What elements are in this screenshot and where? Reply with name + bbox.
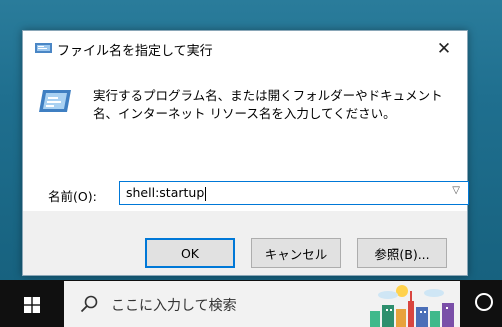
dialog-title: ファイル名を指定して実行 [57, 44, 213, 59]
dialog-titlebar[interactable]: ファイル名を指定して実行 ✕ [23, 31, 467, 66]
browse-button[interactable]: 参照(B)... [357, 238, 447, 268]
chevron-down-icon[interactable]: ▽ [452, 185, 460, 196]
open-combobox[interactable]: shell:startup ▽ [119, 181, 469, 205]
cortana-icon[interactable] [475, 293, 493, 311]
taskbar-search-box[interactable]: ここに入力して検索 [64, 281, 460, 327]
search-icon [80, 295, 98, 313]
windows-start-icon [24, 297, 40, 313]
run-program-icon [39, 90, 71, 112]
dialog-content: 実行するプログラム名、または開くフォルダーやドキュメント名、インターネット リソ… [23, 66, 469, 211]
taskbar: ここに入力して検索 [0, 280, 502, 327]
search-placeholder: ここに入力して検索 [111, 298, 237, 314]
run-icon [35, 43, 52, 53]
open-input-value: shell:startup [126, 185, 205, 200]
close-button[interactable]: ✕ [421, 31, 467, 66]
start-button[interactable] [12, 290, 52, 320]
search-highlight-illustration [370, 285, 454, 327]
cancel-button[interactable]: キャンセル [251, 238, 341, 268]
open-label: 名前(O): [48, 189, 97, 204]
dialog-description: 実行するプログラム名、または開くフォルダーやドキュメント名、インターネット リソ… [93, 88, 443, 121]
run-dialog: ファイル名を指定して実行 ✕ 実行するプログラム名、または開くフォルダーやドキュ… [22, 30, 469, 276]
open-input[interactable]: shell:startup [126, 185, 207, 201]
text-caret [205, 186, 207, 201]
close-icon: ✕ [436, 38, 452, 59]
dialog-footer: OK キャンセル 参照(B)... [23, 211, 467, 275]
ok-button[interactable]: OK [145, 238, 235, 268]
